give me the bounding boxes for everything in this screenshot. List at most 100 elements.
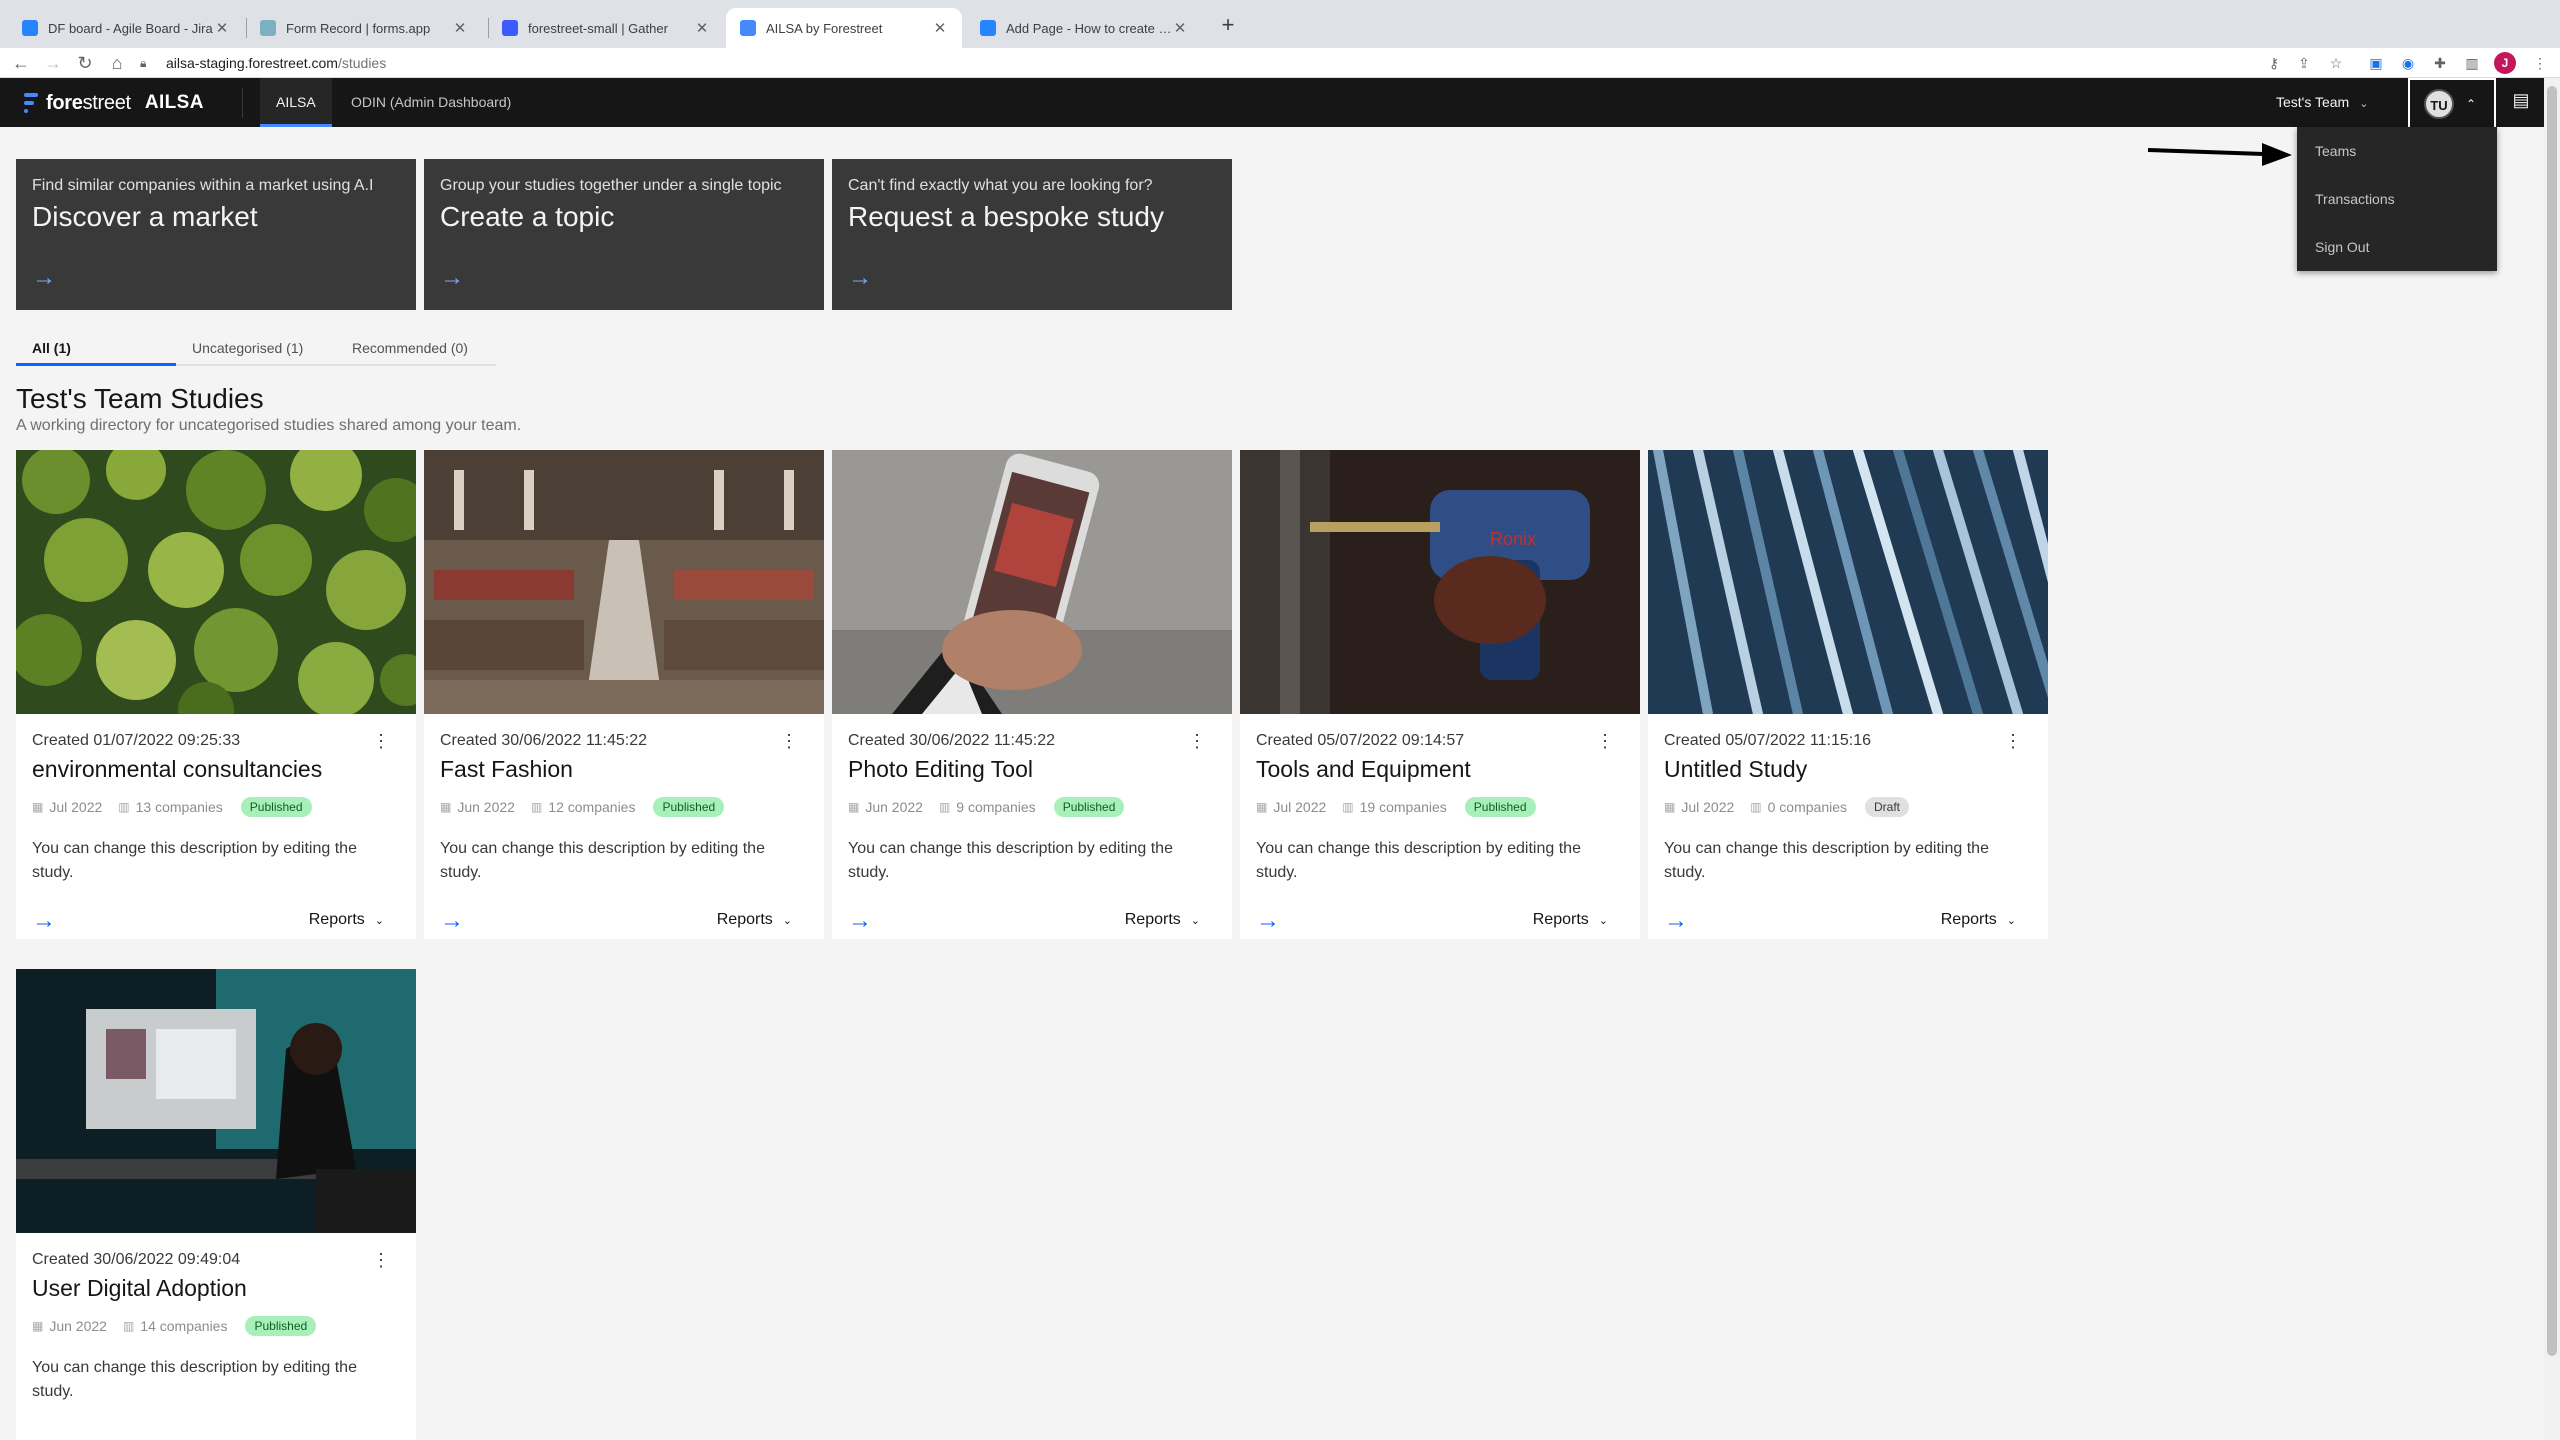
study-name[interactable]: Untitled Study xyxy=(1664,756,2032,783)
overflow-menu-icon[interactable]: ⋮ xyxy=(372,1251,390,1269)
scrollbar-thumb[interactable] xyxy=(2547,86,2557,1356)
study-card[interactable]: Created 30/06/2022 11:45:22 ⋮ Fast Fashi… xyxy=(424,450,824,939)
calendar-icon: ▦ xyxy=(1664,800,1676,814)
star-icon[interactable]: ☆ xyxy=(2324,51,2348,75)
status-badge: Published xyxy=(1464,797,1536,817)
jira-favicon-icon xyxy=(22,20,38,36)
browser-tab[interactable]: DF board - Agile Board - Jira ✕ xyxy=(8,8,244,48)
open-study-arrow-icon[interactable]: → xyxy=(1664,907,1688,935)
browser-tab-title: Form Record | forms.app xyxy=(286,20,431,36)
close-tab-icon[interactable]: ✕ xyxy=(932,19,948,37)
chevron-up-icon: ⌃ xyxy=(2466,96,2477,111)
tab-all[interactable]: All (1) xyxy=(16,334,176,366)
open-study-arrow-icon[interactable]: → xyxy=(1256,907,1280,935)
tab-uncategorised[interactable]: Uncategorised (1) xyxy=(176,334,336,366)
open-study-arrow-icon[interactable]: → xyxy=(848,907,872,935)
open-study-arrow-icon[interactable]: → xyxy=(440,907,464,935)
reports-dropdown[interactable]: Reports ⌄ xyxy=(1125,911,1200,929)
study-image-drill: Ronix xyxy=(1240,450,1640,714)
profile-avatar[interactable]: J xyxy=(2494,52,2516,74)
brand-light: street xyxy=(82,91,132,114)
overflow-menu-icon[interactable]: ⋮ xyxy=(372,732,390,750)
computer-user-image xyxy=(16,969,416,1233)
study-created: Created 01/07/2022 09:25:33 xyxy=(32,732,241,749)
status-badge: Published xyxy=(240,797,312,817)
study-name[interactable]: Photo Editing Tool xyxy=(848,756,1216,783)
building-icon: ▥ xyxy=(122,1319,135,1333)
menu-item-sign-out[interactable]: Sign Out xyxy=(2297,223,2497,271)
study-created: Created 05/07/2022 09:14:57 xyxy=(1256,732,1465,749)
close-tab-icon[interactable]: ✕ xyxy=(214,19,230,37)
promo-discover-market[interactable]: Find similar companies within a market u… xyxy=(16,159,416,310)
overflow-menu-icon[interactable]: ⋮ xyxy=(2004,732,2022,750)
key-icon[interactable]: ⚷ xyxy=(2262,51,2286,75)
forestreet-logo[interactable]: forestreet AILSA xyxy=(24,90,204,116)
building-icon: ▥ xyxy=(1342,800,1354,814)
reports-dropdown[interactable]: Reports ⌄ xyxy=(1941,911,2016,929)
close-tab-icon[interactable]: ✕ xyxy=(452,19,468,37)
arrow-right-icon[interactable]: → xyxy=(32,264,56,292)
promo-create-topic[interactable]: Group your studies together under a sing… xyxy=(424,159,824,310)
menu-item-transactions[interactable]: Transactions xyxy=(2297,175,2497,223)
arrow-right-icon[interactable]: → xyxy=(848,264,872,292)
study-card[interactable]: Created 05/07/2022 11:15:16 ⋮ Untitled S… xyxy=(1648,450,2048,939)
forward-arrow-icon[interactable]: → xyxy=(40,50,66,76)
new-tab-icon[interactable]: + xyxy=(1214,12,1242,40)
menu-item-teams[interactable]: Teams xyxy=(2297,127,2497,175)
calendar-icon: ▦ xyxy=(1256,800,1268,814)
study-card[interactable]: Created 01/07/2022 09:25:33 ⋮ environmen… xyxy=(16,450,416,939)
study-name[interactable]: environmental consultancies xyxy=(32,756,400,783)
browser-tab[interactable]: Form Record | forms.app ✕ xyxy=(246,8,482,48)
reports-dropdown[interactable]: Reports ⌄ xyxy=(309,911,384,929)
reports-dropdown[interactable]: Reports ⌄ xyxy=(1533,911,1608,929)
side-panel-icon[interactable]: ▥ xyxy=(2460,51,2484,75)
study-card[interactable]: Ronix Created 05/07/2022 09:14:57 ⋮ Tool… xyxy=(1240,450,1640,939)
promo-subtitle: Can't find exactly what you are looking … xyxy=(848,177,1153,194)
share-icon[interactable]: ⇪ xyxy=(2292,51,2316,75)
study-card[interactable]: Created 30/06/2022 11:45:22 ⋮ Photo Edit… xyxy=(832,450,1232,939)
building-icon: ▥ xyxy=(1750,800,1762,814)
chevron-down-icon: ⌄ xyxy=(1598,915,1608,927)
overflow-menu-icon[interactable]: ⋮ xyxy=(1596,732,1614,750)
browser-tab-active[interactable]: AILSA by Forestreet ✕ xyxy=(726,8,962,48)
study-card[interactable]: Created 30/06/2022 09:49:04 ⋮ User Digit… xyxy=(16,969,416,1440)
study-name[interactable]: Tools and Equipment xyxy=(1256,756,1624,783)
open-study-arrow-icon[interactable]: → xyxy=(32,907,56,935)
study-name[interactable]: Fast Fashion xyxy=(440,756,808,783)
forms-favicon-icon xyxy=(260,20,276,36)
address-bar[interactable]: 🔒︎ ailsa-staging.forestreet.com/studies xyxy=(140,51,2340,75)
overflow-menu-icon[interactable]: ⋮ xyxy=(780,732,798,750)
team-selector[interactable]: Test's Team ⌄ xyxy=(2276,78,2368,127)
extension-icon[interactable]: ▣ xyxy=(2364,51,2388,75)
browser-menu-icon[interactable]: ⋮ xyxy=(2528,51,2552,75)
home-icon[interactable]: ⌂ xyxy=(104,50,130,76)
promo-request-study[interactable]: Can't find exactly what you are looking … xyxy=(832,159,1232,310)
extension-icon[interactable]: ◉ xyxy=(2396,51,2420,75)
puzzle-extensions-icon[interactable]: ✚ xyxy=(2428,51,2452,75)
study-date: Jul 2022 xyxy=(1273,799,1327,815)
back-arrow-icon[interactable]: ← xyxy=(8,50,34,76)
page-scrollbar[interactable] xyxy=(2544,78,2560,1440)
close-tab-icon[interactable]: ✕ xyxy=(694,19,710,37)
factory-image xyxy=(424,450,824,714)
nav-odin-admin[interactable]: ODIN (Admin Dashboard) xyxy=(335,78,527,127)
brand-name: forestreet xyxy=(46,92,131,115)
reload-icon[interactable]: ↻ xyxy=(72,50,98,76)
reports-label: Reports xyxy=(1124,911,1181,928)
app-header: forestreet AILSA AILSA ODIN (Admin Dashb… xyxy=(0,78,2544,127)
browser-tab[interactable]: Add Page - How to create use ✕ xyxy=(966,8,1202,48)
browser-tab[interactable]: forestreet-small | Gather ✕ xyxy=(488,8,724,48)
arrow-right-icon[interactable]: → xyxy=(440,264,464,292)
side-panel-toggle-icon[interactable]: ▤ xyxy=(2508,90,2534,114)
study-name[interactable]: User Digital Adoption xyxy=(32,1275,400,1302)
reports-dropdown[interactable]: Reports ⌄ xyxy=(717,911,792,929)
close-tab-icon[interactable]: ✕ xyxy=(1172,19,1188,37)
url-host: ailsa-staging.forestreet.com xyxy=(166,55,338,71)
overflow-menu-icon[interactable]: ⋮ xyxy=(1188,732,1206,750)
user-menu-button[interactable]: TU ⌃ xyxy=(2408,78,2496,127)
nav-ailsa[interactable]: AILSA xyxy=(260,78,332,127)
chevron-down-icon: ⌄ xyxy=(782,915,792,927)
study-companies: 14 companies xyxy=(140,1318,228,1334)
study-meta: ▦ Jun 2022 ▥ 14 companies Published xyxy=(32,1316,400,1336)
tab-recommended[interactable]: Recommended (0) xyxy=(336,334,496,366)
